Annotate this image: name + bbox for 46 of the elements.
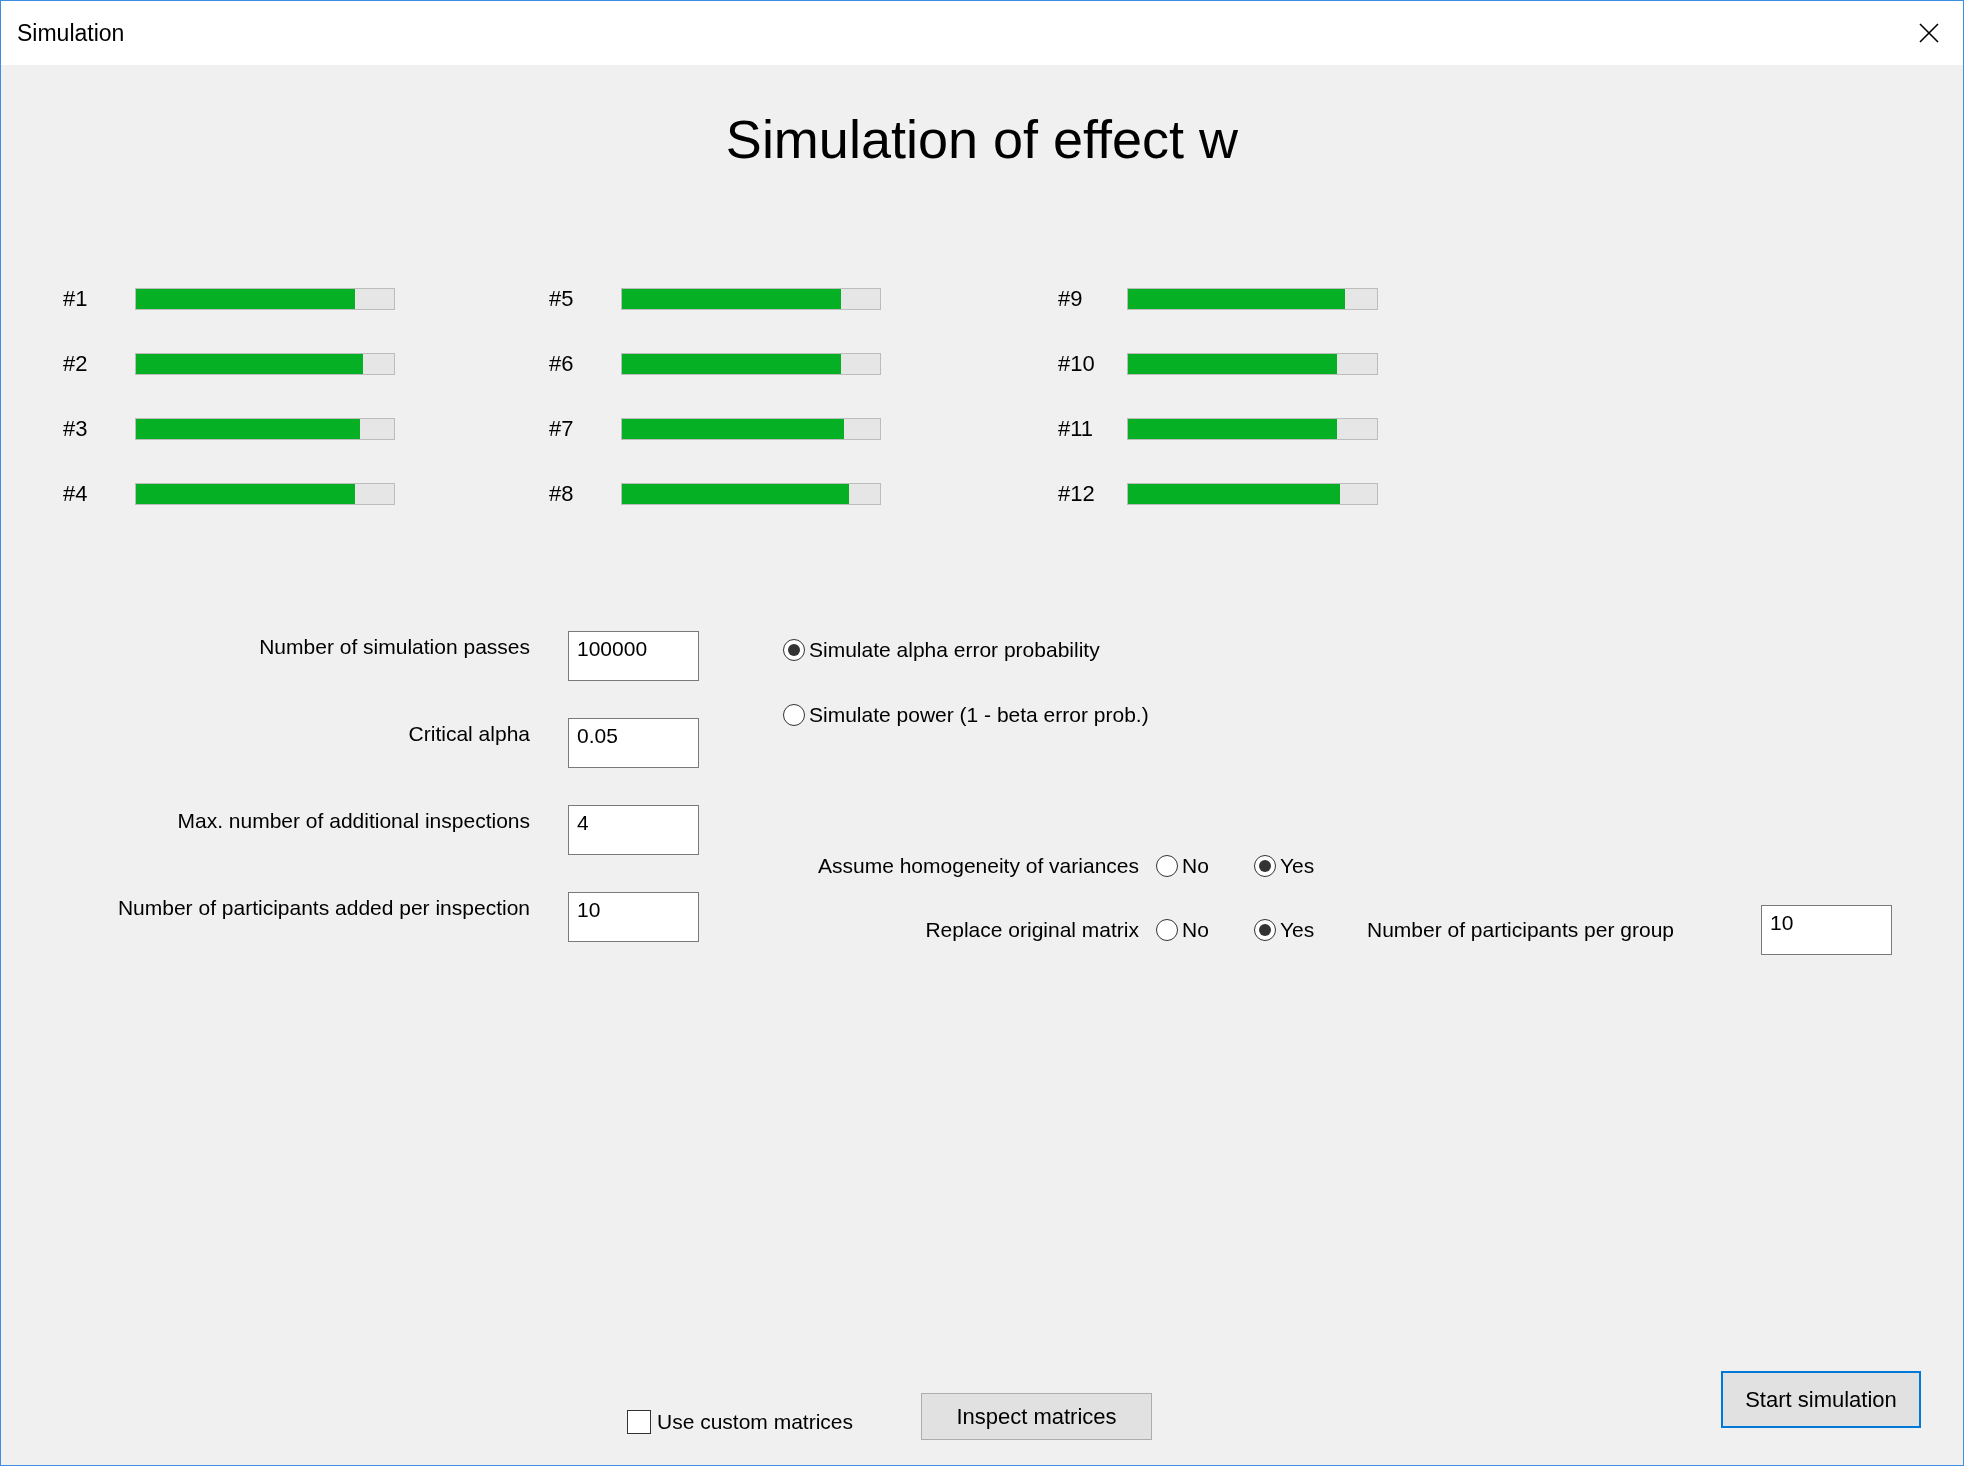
input-field[interactable]: 4 [568,805,699,855]
option-label: Replace original matrix [924,918,1140,942]
radio-button[interactable] [783,639,805,661]
radio-option[interactable]: Yes [1254,918,1367,942]
field-label: Number of participants per group [1367,918,1675,942]
radio-option[interactable]: No [1156,918,1254,942]
field-label: Number of simulation passes [258,635,530,659]
radio-button[interactable] [783,704,805,726]
action-button[interactable]: Start simulation [1721,1371,1921,1428]
radio-option[interactable]: No [1156,854,1254,878]
progress-label: #12 [1058,481,1096,507]
progress-label: #9 [1058,286,1084,312]
radio-button[interactable] [1156,919,1178,941]
page-heading: Simulation of effect w [724,108,1240,171]
action-button[interactable]: Inspect matrices [921,1393,1152,1440]
checkbox-label: Use custom matrices [657,1410,854,1434]
field-label: Max. number of additional inspections [176,809,530,833]
radio-label: Yes [1280,918,1315,942]
progress-label: #3 [63,416,89,442]
progress-label: #11 [1058,416,1095,442]
checkbox-option[interactable]: Use custom matrices [627,1410,921,1434]
radio-label: No [1182,854,1209,878]
progress-label: #4 [63,481,89,507]
progress-label: #2 [63,351,89,377]
field-label: Number of participants added per inspection [116,896,530,920]
radio-label: Yes [1280,854,1315,878]
field-label: Critical alpha [407,722,530,746]
radio-label: No [1182,918,1209,942]
radio-button[interactable] [1254,919,1276,941]
input-field[interactable]: 10 [568,892,699,942]
close-icon[interactable] [1919,23,1939,43]
checkbox[interactable] [627,1410,651,1434]
option-label: Assume homogeneity of variances [817,854,1140,878]
progress-label: #8 [549,481,575,507]
progress-label: #6 [549,351,575,377]
input-field[interactable]: 0.05 [568,718,699,768]
radio-button[interactable] [1156,855,1178,877]
radio-option[interactable]: Yes [1254,854,1367,878]
progress-label: #5 [549,286,575,312]
progress-label: #7 [549,416,575,442]
progress-label: #10 [1058,351,1096,377]
input-field[interactable]: 10 [1761,905,1892,955]
window-title: Simulation [17,19,126,47]
input-field[interactable]: 100000 [568,631,699,681]
progress-label: #1 [63,286,89,312]
radio-button[interactable] [1254,855,1276,877]
